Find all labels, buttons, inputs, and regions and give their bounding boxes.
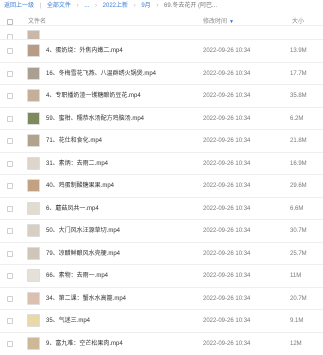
- video-thumbnail-icon: [27, 66, 40, 80]
- file-size: 25.7M: [290, 250, 307, 257]
- file-size: 17.7M: [290, 70, 307, 77]
- file-row[interactable]: 59、蜜柑、糯恭水汤配方鸡脑汤.mp4 2022-09-26 10:34 6.2M: [0, 106, 323, 130]
- file-name[interactable]: 34、第二课：蟹水水高籠.mp4: [46, 288, 194, 310]
- file-name[interactable]: 71、花仕和食化.mp4: [46, 130, 194, 152]
- file-modified-time: 2022-09-26 10:34: [203, 340, 251, 347]
- file-modified-time: 2022-09-26 10:34: [203, 183, 251, 189]
- file-row[interactable]: 66、素物：去雨一.mp4 2022-09-26 10:34 11M: [0, 264, 323, 287]
- file-modified-time: 2022-09-26 10:34: [203, 228, 251, 234]
- file-modified-time: 2022-09-26 10:34: [203, 160, 251, 167]
- file-checkbox[interactable]: [7, 205, 13, 212]
- file-checkbox[interactable]: [7, 250, 13, 257]
- file-checkbox[interactable]: [7, 115, 13, 122]
- file-size: 11M: [290, 273, 302, 279]
- file-size: 6.6M: [290, 205, 304, 212]
- video-thumbnail-icon: [27, 134, 40, 147]
- file-modified-time: 2022-09-26 10:34: [203, 115, 251, 122]
- file-modified-time: 2022-09-26 10:34: [203, 93, 251, 99]
- file-list: 4、蛋奶烧：外焦内嫩二.mp4 2022-09-26 10:34 13.9M 16、冬…: [0, 25, 323, 355]
- video-thumbnail-icon: [27, 111, 40, 125]
- breadcrumb: 返回上一级 | 全部文件 › ... › 2022上新 › 9月 › 69.冬去…: [0, 0, 323, 13]
- video-thumbnail-icon: [27, 179, 40, 192]
- file-row[interactable]: 16、冬梅雪花飞燕、八温群绣火锅煲.mp4 2022-09-26 10:34 17.…: [0, 61, 323, 85]
- video-thumbnail-icon: [27, 291, 40, 305]
- breadcrumb-current: 69.冬去花开 (阿巴...: [164, 3, 218, 9]
- video-thumbnail-icon: [27, 336, 40, 350]
- breadcrumb-item-all-files[interactable]: 全部文件: [47, 3, 71, 9]
- file-size: 30.7M: [290, 228, 307, 234]
- breadcrumb-separator: ›: [133, 3, 136, 9]
- file-size: 6.2M: [290, 115, 304, 122]
- file-checkbox[interactable]: [7, 295, 13, 302]
- file-size: 12M: [290, 340, 302, 347]
- file-size: 16.9M: [290, 160, 307, 167]
- file-row[interactable]: 50、大门风水汪源草切.mp4 2022-09-26 10:34 30.7M: [0, 219, 323, 242]
- file-modified-time: 2022-09-26 10:34: [203, 48, 251, 54]
- file-modified-time: 2022-09-26 10:34: [203, 273, 251, 279]
- file-row[interactable]: [0, 25, 323, 39]
- file-row[interactable]: 4、专职播奶渣一镬糖酿奶豆花.mp4 2022-09-26 10:34 35.8M: [0, 84, 323, 107]
- file-row[interactable]: 34、第二课：蟹水水高籠.mp4 2022-09-26 10:34 20.7M: [0, 286, 323, 310]
- file-row[interactable]: 4、蛋奶烧：外焦内嫩二.mp4 2022-09-26 10:34 13.9M: [0, 39, 323, 62]
- file-modified-time: 2022-09-26 10:34: [203, 250, 251, 257]
- video-thumbnail-icon: [27, 156, 40, 170]
- file-row[interactable]: 9、富九难：空芒松果肉.mp4 2022-09-26 10:34 12M: [0, 331, 323, 355]
- file-name[interactable]: 16、冬梅雪花飞燕、八温群绣火锅煲.mp4: [46, 63, 194, 85]
- file-row[interactable]: 35、气迷三.mp4 2022-09-26 10:34 9.1M: [0, 309, 323, 332]
- breadcrumb-item-september[interactable]: 9月: [141, 3, 150, 9]
- video-thumbnail-icon: [27, 30, 40, 39]
- file-name[interactable]: 6、蘑菇凤共一.mp4: [46, 198, 194, 220]
- file-name[interactable]: 4、专职播奶渣一镬糖酿奶豆花.mp4: [46, 85, 194, 107]
- file-size: 13.9M: [290, 48, 307, 54]
- video-thumbnail-icon: [27, 314, 40, 327]
- file-name[interactable]: 9、富九难：空芒松果肉.mp4: [46, 333, 194, 355]
- file-size: 20.7M: [290, 295, 307, 302]
- file-size: 29.6M: [290, 183, 307, 189]
- back-link[interactable]: 返回上一级: [4, 3, 34, 9]
- file-checkbox[interactable]: [7, 48, 13, 54]
- video-thumbnail-icon: [27, 44, 40, 57]
- file-row[interactable]: 71、花仕和食化.mp4 2022-09-26 10:34 21.8M: [0, 129, 323, 152]
- file-checkbox[interactable]: [7, 183, 13, 189]
- file-checkbox[interactable]: [7, 228, 13, 234]
- file-modified-time: 2022-09-26 10:34: [203, 138, 251, 144]
- breadcrumb-separator: |: [39, 3, 42, 9]
- breadcrumb-item-2022[interactable]: 2022上新: [103, 3, 128, 9]
- file-name[interactable]: 50、大门风水汪源草切.mp4: [46, 220, 194, 242]
- file-name[interactable]: 79、凉醋鲜酿风水壳梗.mp4: [46, 243, 194, 265]
- file-name[interactable]: 66、素物：去雨一.mp4: [46, 265, 194, 287]
- file-name[interactable]: 40、鸡蛋制酸糖果果.mp4: [46, 175, 194, 197]
- file-row[interactable]: 40、鸡蛋制酸糖果果.mp4 2022-09-26 10:34 29.6M: [0, 174, 323, 197]
- file-checkbox[interactable]: [7, 273, 13, 279]
- file-name[interactable]: 35、气迷三.mp4: [46, 310, 194, 332]
- file-name[interactable]: 59、蜜柑、糯恭水汤配方鸡脑汤.mp4: [46, 108, 194, 130]
- video-thumbnail-icon: [27, 246, 40, 260]
- file-row[interactable]: 6、蘑菇凤共一.mp4 2022-09-26 10:34 6.6M: [0, 196, 323, 220]
- file-size: 9.1M: [290, 318, 304, 324]
- file-name[interactable]: 4、蛋奶烧：外焦内嫩二.mp4: [46, 40, 194, 62]
- file-checkbox[interactable]: [7, 160, 13, 167]
- breadcrumb-separator: ›: [156, 3, 159, 9]
- file-modified-time: 2022-09-26 10:34: [203, 70, 251, 77]
- file-checkbox[interactable]: [7, 138, 13, 144]
- video-thumbnail-icon: [27, 201, 40, 215]
- file-size: 21.8M: [290, 138, 307, 144]
- video-thumbnail-icon: [27, 89, 40, 102]
- file-modified-time: 2022-09-26 10:34: [203, 318, 251, 324]
- file-row[interactable]: 79、凉醋鲜酿风水壳梗.mp4 2022-09-26 10:34 25.7M: [0, 241, 323, 265]
- video-thumbnail-icon: [27, 224, 40, 237]
- breadcrumb-item-ellipsis[interactable]: ...: [84, 3, 89, 9]
- video-thumbnail-icon: [27, 269, 40, 282]
- file-checkbox[interactable]: [7, 93, 13, 99]
- file-modified-time: 2022-09-26 10:34: [203, 205, 251, 212]
- breadcrumb-separator: ›: [94, 3, 97, 9]
- file-checkbox[interactable]: [7, 340, 13, 347]
- file-name[interactable]: 31、素炳：去雨二.mp4: [46, 153, 194, 175]
- file-checkbox[interactable]: [7, 318, 13, 324]
- breadcrumb-separator: ›: [76, 3, 79, 9]
- file-checkbox[interactable]: [7, 70, 13, 77]
- file-size: 35.8M: [290, 93, 307, 99]
- file-modified-time: 2022-09-26 10:34: [203, 295, 251, 302]
- file-row[interactable]: 31、素炳：去雨二.mp4 2022-09-26 10:34 16.9M: [0, 151, 323, 175]
